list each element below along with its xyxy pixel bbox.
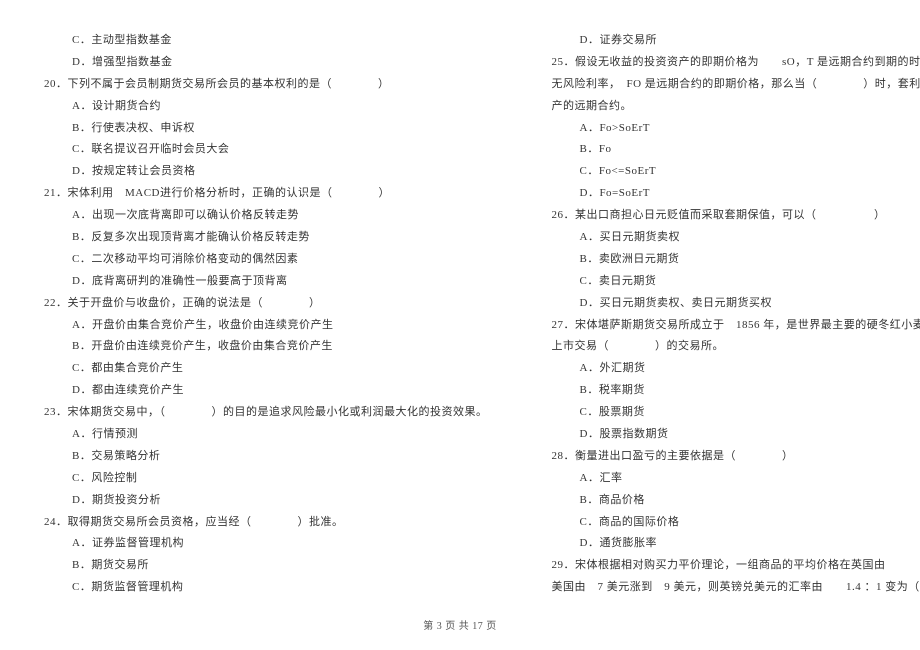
option: C．卖日元期货 (548, 271, 920, 292)
page-footer: 第 3 页 共 17 页 (40, 617, 880, 636)
option: C．联名提议召开临时会员大会 (40, 139, 488, 160)
question-29-cont: 美国由 7 美元涨到 9 美元，则英镑兑美元的汇率由 1.4 ：1 变为（ ） (548, 577, 920, 598)
option: B．交易策略分析 (40, 446, 488, 467)
option: C．股票期货 (548, 402, 920, 423)
option: B．税率期货 (548, 380, 920, 401)
option: C．商品的国际价格 (548, 512, 920, 533)
option: A．买日元期货卖权 (548, 227, 920, 248)
question-20: 20．下列不属于会员制期货交易所会员的基本权利的是（ ） (40, 74, 488, 95)
option: B．Fo (548, 139, 920, 160)
option: D．Fo=SoErT (548, 183, 920, 204)
option: B．期货交易所 (40, 555, 488, 576)
option: A．行情预测 (40, 424, 488, 445)
question-22: 22．关于开盘价与收盘价，正确的说法是（ ） (40, 293, 488, 314)
option: D．增强型指数基金 (40, 52, 488, 73)
option: B．商品价格 (548, 490, 920, 511)
left-column: C．主动型指数基金 D．增强型指数基金 20．下列不属于会员制期货交易所会员的基… (40, 30, 488, 599)
option: D．买日元期货卖权、卖日元期货买权 (548, 293, 920, 314)
option: B．卖欧洲日元期货 (548, 249, 920, 270)
option: A．证券监督管理机构 (40, 533, 488, 554)
question-27: 27．宋体堪萨斯期货交易所成立于 1856 年，是世界最主要的硬冬红小麦交易所之… (548, 315, 920, 336)
option: B．开盘价由连续竞价产生，收盘价由集合竞价产生 (40, 336, 488, 357)
option: A．开盘价由集合竞价产生，收盘价由连续竞价产生 (40, 315, 488, 336)
option: D．按规定转让会员资格 (40, 161, 488, 182)
question-27-cont: 上市交易（ ）的交易所。 (548, 336, 920, 357)
option: C．Fo<=SoErT (548, 161, 920, 182)
option: A．出现一次底背离即可以确认价格反转走势 (40, 205, 488, 226)
option: A．Fo>SoErT (548, 118, 920, 139)
option: D．通货膨胀率 (548, 533, 920, 554)
question-23: 23．宋体期货交易中，（ ）的目的是追求风险最小化或利润最大化的投资效果。 (40, 402, 488, 423)
option: D．期货投资分析 (40, 490, 488, 511)
option: A．设计期货合约 (40, 96, 488, 117)
option: B．行使表决权、申诉权 (40, 118, 488, 139)
question-28: 28．衡量进出口盈亏的主要依据是（ ） (548, 446, 920, 467)
exam-page: C．主动型指数基金 D．增强型指数基金 20．下列不属于会员制期货交易所会员的基… (40, 30, 880, 599)
question-24: 24．取得期货交易所会员资格，应当经（ ）批准。 (40, 512, 488, 533)
question-25-cont: 无风险利率， FO 是远期合约的即期价格，那么当（ ）时，套利者可以买入资产同时… (548, 74, 920, 95)
option: B．反复多次出现顶背离才能确认价格反转走势 (40, 227, 488, 248)
option: D．证券交易所 (548, 30, 920, 51)
right-column: D．证券交易所 25．假设无收益的投资资产的即期价格为 sO，T 是远期合约到期… (548, 30, 920, 599)
option: C．都由集合竞价产生 (40, 358, 488, 379)
option: C．风险控制 (40, 468, 488, 489)
question-21: 21．宋体利用 MACD进行价格分析时，正确的认识是（ ） (40, 183, 488, 204)
question-25: 25．假设无收益的投资资产的即期价格为 sO，T 是远期合约到期的时间， r 是… (548, 52, 920, 73)
option: A．外汇期货 (548, 358, 920, 379)
question-29: 29．宋体根据相对购买力平价理论，一组商品的平均价格在英国由 5 英镑涨到 6 … (548, 555, 920, 576)
option: D．都由连续竞价产生 (40, 380, 488, 401)
question-26: 26．某出口商担心日元贬值而采取套期保值，可以（ ） (548, 205, 920, 226)
option: A．汇率 (548, 468, 920, 489)
option: D．底背离研判的准确性一般要高于顶背离 (40, 271, 488, 292)
option: C．期货监督管理机构 (40, 577, 488, 598)
option: C．主动型指数基金 (40, 30, 488, 51)
option: C．二次移动平均可消除价格变动的偶然因素 (40, 249, 488, 270)
question-25-cont: 产的远期合约。 (548, 96, 920, 117)
option: D．股票指数期货 (548, 424, 920, 445)
